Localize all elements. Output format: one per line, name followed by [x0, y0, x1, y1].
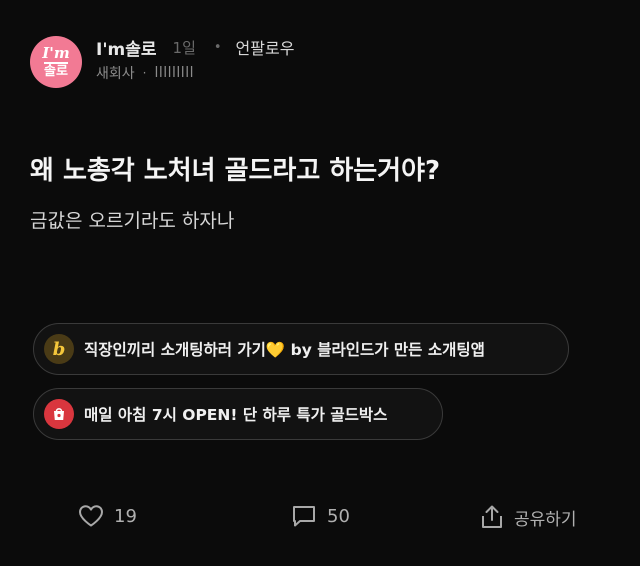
share-label: 공유하기: [514, 509, 577, 530]
ad-banner-goldbox[interactable]: 매일 아침 7시 OPEN! 단 하루 특가 골드박스: [33, 388, 443, 440]
heart-icon: [79, 505, 103, 527]
author-name[interactable]: I'm솔로: [96, 35, 157, 60]
post-body: 금값은 오르기라도 하자나: [30, 210, 235, 232]
company-name[interactable]: 새회사: [96, 63, 135, 83]
comment-button[interactable]: 50: [291, 504, 350, 528]
ad-banner-blind-dating[interactable]: b 직장인끼리 소개팅하러 가기💛 by 블라인드가 만든 소개팅앱: [33, 323, 569, 375]
shopping-bag-icon: [44, 399, 74, 429]
like-count: 19: [114, 505, 137, 527]
post-time: 1일: [172, 38, 196, 57]
avatar-line1: I'm: [42, 44, 70, 62]
post-actions: 19 50 공유하기: [0, 504, 640, 534]
share-button[interactable]: 공유하기: [480, 504, 577, 530]
post-header: I'm 솔로 I'm솔로 1일 • 언팔로우 새회사 · lllllllll: [30, 36, 294, 88]
masked-info: lllllllll: [154, 65, 194, 81]
separator-dot: ·: [142, 66, 147, 80]
avatar-line2: 솔로: [44, 62, 68, 79]
comment-count: 50: [327, 505, 350, 527]
share-icon: [482, 505, 502, 528]
author-meta: I'm솔로 1일 • 언팔로우 새회사 · lllllllll: [96, 36, 294, 83]
blind-logo-icon: b: [44, 334, 74, 364]
avatar[interactable]: I'm 솔로: [30, 36, 82, 88]
post-title: 왜 노총각 노처녀 골드라고 하는거야?: [30, 156, 441, 186]
separator-dot: •: [213, 39, 222, 55]
comment-icon: [293, 506, 315, 527]
ad-text: 매일 아침 7시 OPEN! 단 하루 특가 골드박스: [84, 406, 388, 424]
ad-text: 직장인끼리 소개팅하러 가기💛 by 블라인드가 만든 소개팅앱: [84, 341, 485, 359]
unfollow-button[interactable]: 언팔로우: [236, 35, 295, 59]
like-button[interactable]: 19: [78, 504, 137, 528]
